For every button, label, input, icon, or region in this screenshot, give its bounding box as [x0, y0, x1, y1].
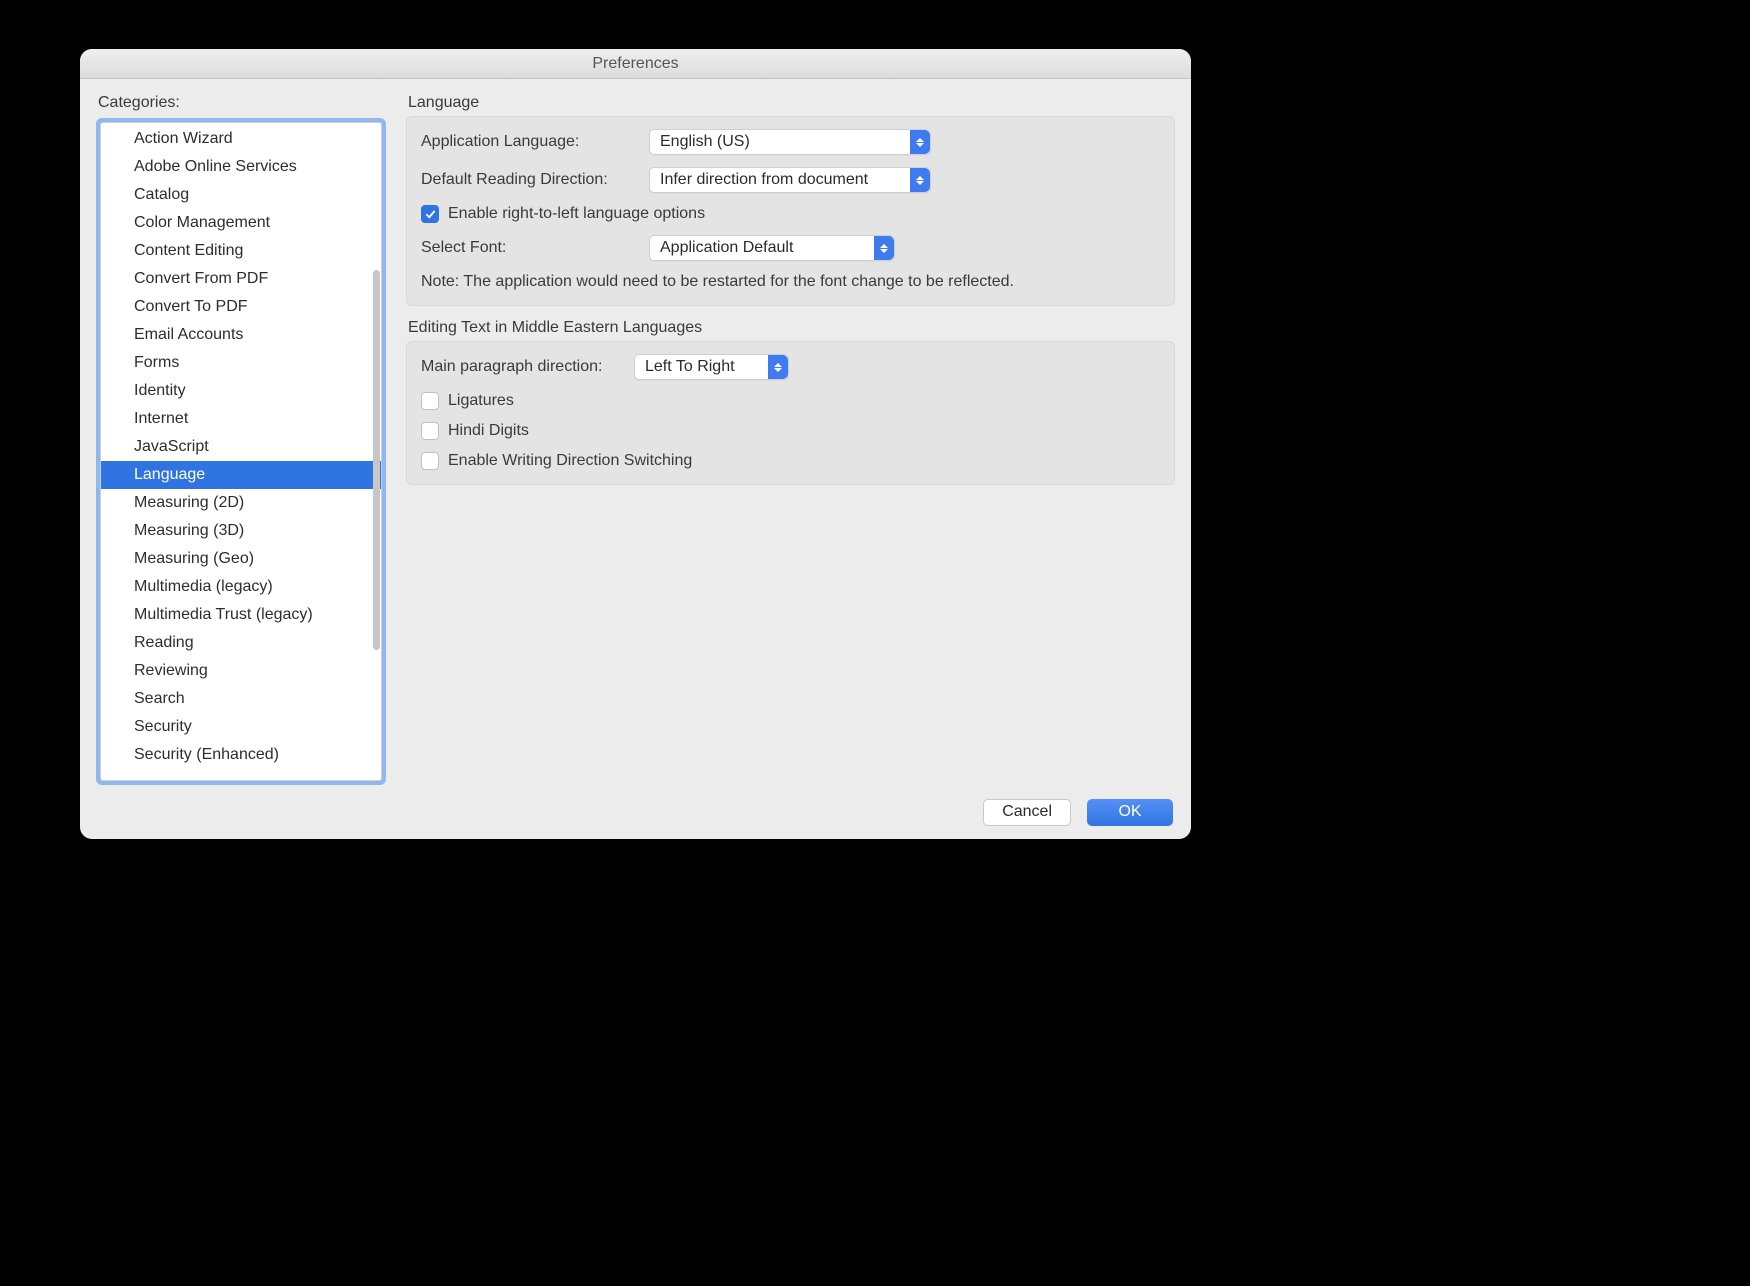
writing-direction-switching-checkbox[interactable]: Enable Writing Direction Switching	[421, 452, 692, 470]
sidebar-item-content-editing[interactable]: Content Editing	[101, 237, 381, 265]
rtl-options-checkbox[interactable]: Enable right-to-left language options	[421, 205, 705, 223]
chevron-up-down-icon	[768, 355, 788, 379]
middle-eastern-panel: Main paragraph direction: Left To Right	[406, 341, 1175, 485]
sidebar-item-identity[interactable]: Identity	[101, 377, 381, 405]
scrollbar[interactable]	[373, 125, 380, 778]
app-language-select[interactable]: English (US)	[649, 129, 931, 155]
reading-direction-label: Default Reading Direction:	[421, 171, 649, 189]
check-icon	[425, 209, 436, 220]
sidebar-item-internet[interactable]: Internet	[101, 405, 381, 433]
sidebar-item-security[interactable]: Security	[101, 713, 381, 741]
select-font-value: Application Default	[660, 239, 803, 257]
ligatures-checkbox[interactable]: Ligatures	[421, 392, 514, 410]
select-font-label: Select Font:	[421, 239, 649, 257]
reading-direction-select[interactable]: Infer direction from document	[649, 167, 931, 193]
sidebar-item-measuring-3d[interactable]: Measuring (3D)	[101, 517, 381, 545]
sidebar-item-convert-from-pdf[interactable]: Convert From PDF	[101, 265, 381, 293]
font-restart-note: Note: The application would need to be r…	[421, 273, 1160, 291]
categories-list[interactable]: Action WizardAdobe Online ServicesCatalo…	[100, 122, 382, 781]
hindi-digits-label: Hindi Digits	[448, 422, 529, 440]
sidebar-item-multimedia-legacy[interactable]: Multimedia (legacy)	[101, 573, 381, 601]
settings-panel: Language Application Language: English (…	[386, 91, 1175, 785]
reading-direction-value: Infer direction from document	[660, 171, 878, 189]
sidebar-item-email-accounts[interactable]: Email Accounts	[101, 321, 381, 349]
cancel-button[interactable]: Cancel	[983, 799, 1071, 826]
paragraph-direction-value: Left To Right	[645, 358, 745, 376]
sidebar-item-action-wizard[interactable]: Action Wizard	[101, 125, 381, 153]
paragraph-direction-select[interactable]: Left To Right	[634, 354, 789, 380]
sidebar-item-javascript[interactable]: JavaScript	[101, 433, 381, 461]
sidebar: Categories: Action WizardAdobe Online Se…	[96, 91, 386, 785]
chevron-up-down-icon	[910, 168, 930, 192]
sidebar-item-forms[interactable]: Forms	[101, 349, 381, 377]
sidebar-item-measuring-2d[interactable]: Measuring (2D)	[101, 489, 381, 517]
writing-direction-switching-label: Enable Writing Direction Switching	[448, 452, 692, 470]
sidebar-item-measuring-geo[interactable]: Measuring (Geo)	[101, 545, 381, 573]
scrollbar-thumb[interactable]	[373, 270, 380, 650]
ligatures-label: Ligatures	[448, 392, 514, 410]
chevron-up-down-icon	[910, 130, 930, 154]
group-title-middle-eastern: Editing Text in Middle Eastern Languages	[406, 316, 1175, 341]
sidebar-item-color-management[interactable]: Color Management	[101, 209, 381, 237]
categories-list-focus-ring: Action WizardAdobe Online ServicesCatalo…	[96, 118, 386, 785]
rtl-options-label: Enable right-to-left language options	[448, 205, 705, 223]
window-title: Preferences	[80, 49, 1191, 79]
sidebar-item-search[interactable]: Search	[101, 685, 381, 713]
app-language-label: Application Language:	[421, 133, 649, 151]
sidebar-item-reviewing[interactable]: Reviewing	[101, 657, 381, 685]
language-panel: Application Language: English (US) Defau…	[406, 116, 1175, 306]
categories-label: Categories:	[96, 91, 386, 118]
sidebar-item-adobe-online-services[interactable]: Adobe Online Services	[101, 153, 381, 181]
dialog-footer: Cancel OK	[80, 785, 1191, 839]
sidebar-item-reading[interactable]: Reading	[101, 629, 381, 657]
chevron-up-down-icon	[874, 236, 894, 260]
select-font-select[interactable]: Application Default	[649, 235, 895, 261]
sidebar-item-catalog[interactable]: Catalog	[101, 181, 381, 209]
ok-button[interactable]: OK	[1087, 799, 1173, 826]
paragraph-direction-label: Main paragraph direction:	[421, 358, 634, 376]
app-language-value: English (US)	[660, 133, 760, 151]
preferences-window: Preferences Categories: Action WizardAdo…	[80, 49, 1191, 839]
sidebar-item-convert-to-pdf[interactable]: Convert To PDF	[101, 293, 381, 321]
group-title-language: Language	[406, 91, 1175, 116]
sidebar-item-language[interactable]: Language	[101, 461, 381, 489]
hindi-digits-checkbox[interactable]: Hindi Digits	[421, 422, 529, 440]
sidebar-item-security-enhanced[interactable]: Security (Enhanced)	[101, 741, 381, 769]
sidebar-item-multimedia-trust-legacy[interactable]: Multimedia Trust (legacy)	[101, 601, 381, 629]
window-body: Categories: Action WizardAdobe Online Se…	[80, 79, 1191, 785]
